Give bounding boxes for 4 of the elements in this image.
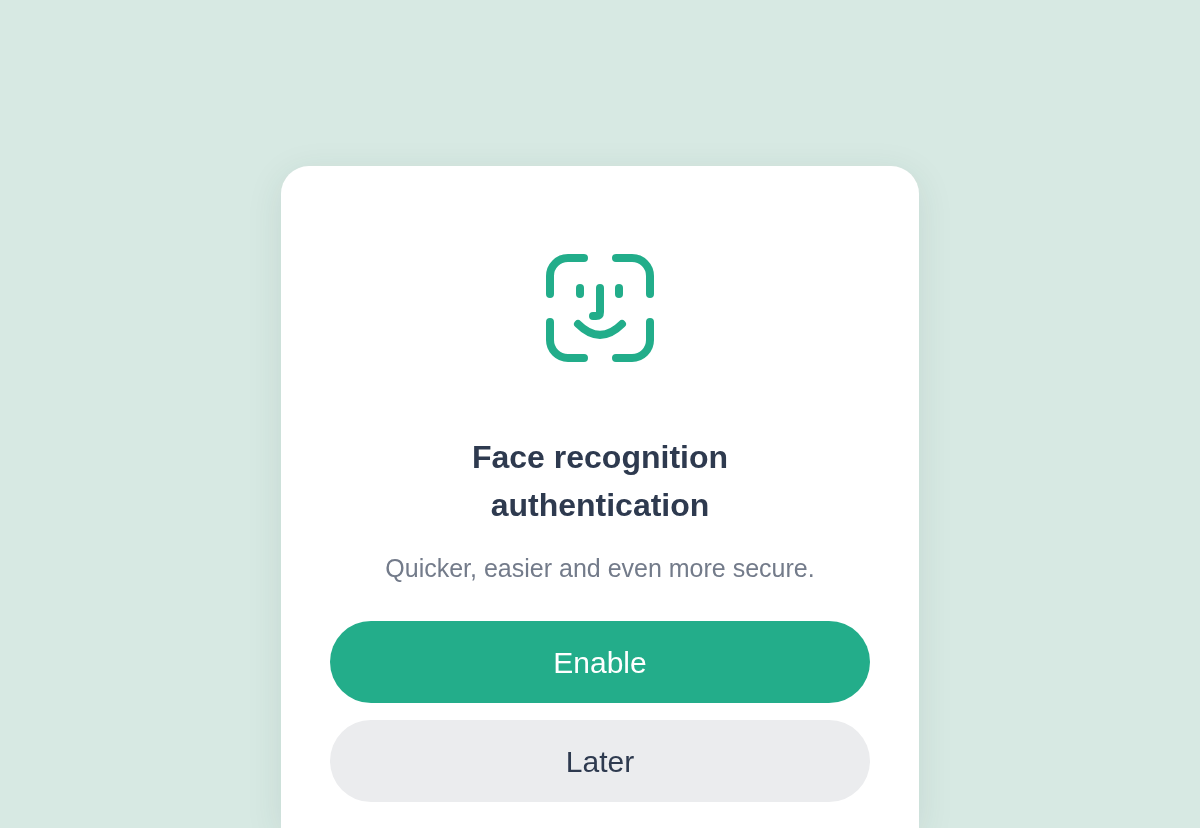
dialog-subtitle: Quicker, easier and even more secure. xyxy=(385,553,815,584)
later-button[interactable]: Later xyxy=(330,720,870,802)
face-scan-icon xyxy=(546,254,654,362)
dialog-title: Face recognition authentication xyxy=(470,438,729,525)
